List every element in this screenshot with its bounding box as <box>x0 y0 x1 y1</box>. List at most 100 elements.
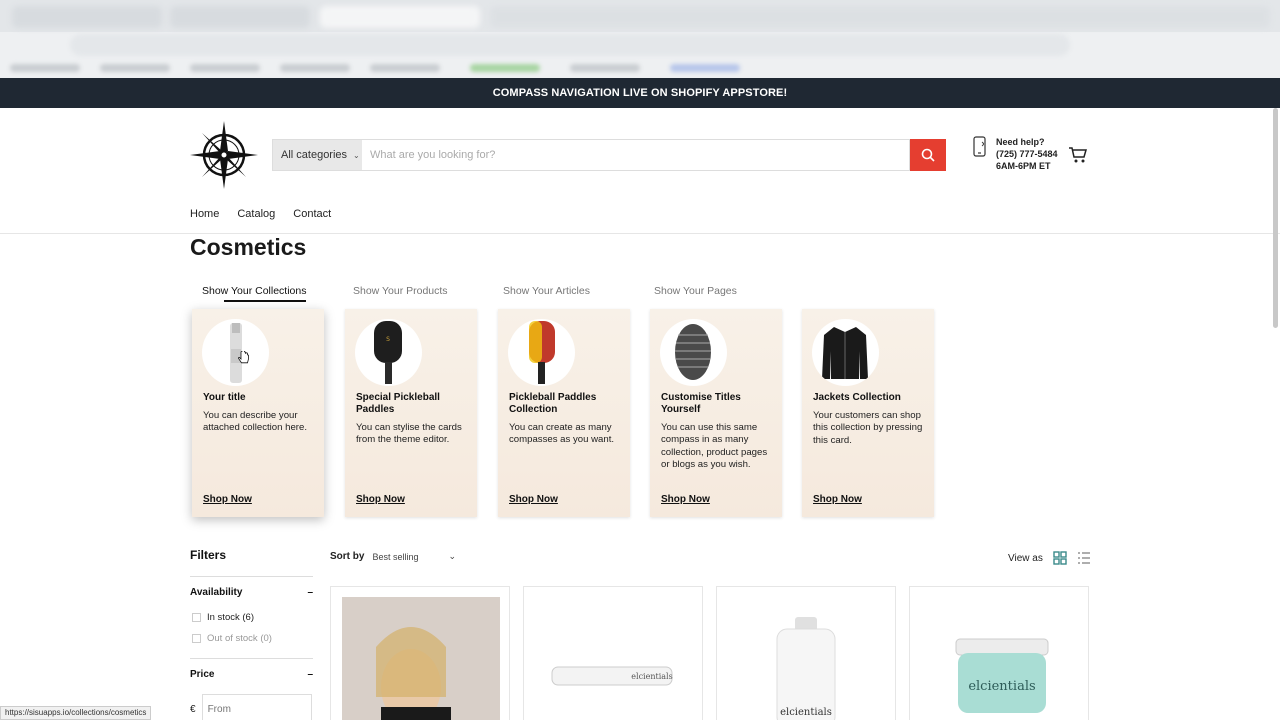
nav-contact[interactable]: Contact <box>293 208 331 220</box>
bookmark[interactable] <box>670 64 740 72</box>
bookmark[interactable] <box>10 64 80 72</box>
patterned-object-image <box>675 324 711 380</box>
bookmark[interactable] <box>190 64 260 72</box>
card-title: Jackets Collection <box>813 392 901 403</box>
site-header: All categories ⌄ Need help? (725) 777-54… <box>0 108 1280 234</box>
card-description: Your customers can shop this collection … <box>813 410 923 446</box>
compass-card-customise-titles[interactable]: Customise Titles Yourself You can use th… <box>650 309 782 517</box>
browser-status-url: https://sisuapps.io/collections/cosmetic… <box>0 706 152 720</box>
sort-label: Sort by <box>330 551 365 562</box>
category-select[interactable]: All categories ⌄ <box>272 139 362 171</box>
currency-symbol: € <box>190 703 196 715</box>
price-from-row: € <box>190 694 312 720</box>
filter-availability[interactable]: Availability – <box>190 576 313 598</box>
bookmarks-bar <box>0 60 1280 76</box>
search-button[interactable] <box>910 139 946 171</box>
sort-control: Sort by Best selling ⌄ <box>330 551 456 562</box>
address-bar[interactable] <box>70 34 1070 56</box>
filter-out-of-stock-label: Out of stock (0) <box>207 633 272 644</box>
cosmetic-bottle-image <box>230 323 242 383</box>
card-title: Pickleball Paddles Collection <box>509 392 597 415</box>
shop-now-link[interactable]: Shop Now <box>813 494 862 505</box>
product-card[interactable]: elcientials <box>523 586 703 720</box>
shop-now-link[interactable]: Shop Now <box>661 494 710 505</box>
filter-in-stock[interactable]: In stock (6) <box>192 612 254 623</box>
compass-card-jackets-collection[interactable]: Jackets Collection Your customers can sh… <box>802 309 934 517</box>
help-hours: 6AM-6PM ET <box>996 161 1051 171</box>
help-contact[interactable]: Need help? (725) 777-5484 6AM-6PM ET <box>972 136 1058 172</box>
svg-text:S: S <box>386 336 390 343</box>
card-title: Your title <box>203 392 246 403</box>
card-title: Special Pickleball Paddles <box>356 392 440 415</box>
nav-catalog[interactable]: Catalog <box>237 208 275 220</box>
cart-icon[interactable] <box>1068 146 1088 164</box>
bookmark[interactable] <box>470 64 540 72</box>
search-bar: All categories ⌄ <box>272 139 946 171</box>
product-card[interactable]: elcientials <box>909 586 1089 720</box>
collapse-minus-icon[interactable]: – <box>307 669 313 680</box>
bookmark[interactable] <box>370 64 440 72</box>
shop-now-link[interactable]: Shop Now <box>203 494 252 505</box>
product-image-model <box>342 597 500 720</box>
phone-icon <box>973 136 986 157</box>
tab-show-collections[interactable]: Show Your Collections <box>202 285 307 302</box>
compass-card-pickleball-paddles-collection[interactable]: Pickleball Paddles Collection You can cr… <box>498 309 630 517</box>
card-description: You can describe your attached collectio… <box>203 410 307 434</box>
browser-tab[interactable] <box>12 6 162 28</box>
filter-out-of-stock[interactable]: Out of stock (0) <box>192 633 272 644</box>
tab-show-articles[interactable]: Show Your Articles <box>503 285 590 297</box>
bookmark[interactable] <box>100 64 170 72</box>
main-nav: Home Catalog Contact <box>190 208 331 220</box>
collapse-minus-icon[interactable]: – <box>307 587 313 598</box>
product-image-jar: elcientials <box>955 638 1049 713</box>
product-card[interactable] <box>330 586 510 720</box>
product-image-tube: elcientials <box>551 666 673 686</box>
chevron-down-icon: ⌄ <box>353 150 360 160</box>
view-as-control: View as <box>1008 551 1091 565</box>
product-image-bottle: elcientials <box>776 617 836 720</box>
product-card[interactable]: elcientials <box>716 586 896 720</box>
category-select-label: All categories <box>281 149 348 161</box>
grid-view-icon[interactable] <box>1053 551 1067 565</box>
search-input[interactable] <box>362 139 910 171</box>
compass-logo-icon[interactable] <box>190 121 258 189</box>
bookmark[interactable] <box>570 64 640 72</box>
compass-card-special-pickleball-paddles[interactable]: S Special Pickleball Paddles You can sty… <box>345 309 477 517</box>
browser-tab[interactable] <box>170 6 310 28</box>
page-scrollbar[interactable] <box>1273 108 1278 328</box>
nav-home[interactable]: Home <box>190 208 219 220</box>
checkbox[interactable] <box>192 634 201 643</box>
browser-tab-strip <box>0 0 1280 32</box>
svg-text:elcientials: elcientials <box>968 679 1035 694</box>
bookmark[interactable] <box>280 64 350 72</box>
leather-jacket-image <box>822 327 868 379</box>
sort-select[interactable]: Best selling ⌄ <box>372 551 456 562</box>
compass-card-your-title[interactable]: Your title You can describe your attache… <box>192 309 324 517</box>
browser-tab[interactable] <box>490 6 1270 28</box>
svg-text:elcientials: elcientials <box>780 707 832 718</box>
checkbox[interactable] <box>192 613 201 622</box>
tab-show-pages[interactable]: Show Your Pages <box>654 285 737 297</box>
hand-cursor-icon <box>238 351 249 364</box>
announcement-bar[interactable]: COMPASS NAVIGATION LIVE ON SHOPIFY APPST… <box>0 78 1280 108</box>
card-thumbnail <box>812 319 879 386</box>
card-description: You can stylise the cards from the theme… <box>356 422 462 446</box>
price-from-input[interactable] <box>201 694 312 720</box>
page-title: Cosmetics <box>190 234 307 260</box>
card-thumbnail <box>202 319 269 386</box>
list-view-icon[interactable] <box>1077 551 1091 565</box>
svg-text:elcientials: elcientials <box>631 672 672 681</box>
browser-tab-active[interactable] <box>320 6 480 28</box>
filter-price[interactable]: Price – <box>190 658 313 680</box>
help-label: Need help? <box>996 137 1045 147</box>
shop-now-link[interactable]: Shop Now <box>509 494 558 505</box>
shop-now-link[interactable]: Shop Now <box>356 494 405 505</box>
filters-title: Filters <box>190 548 227 562</box>
help-phone[interactable]: (725) 777-5484 <box>996 148 1058 160</box>
tab-show-products[interactable]: Show Your Products <box>353 285 448 297</box>
card-description: You can create as many compasses as you … <box>509 422 615 446</box>
card-title: Customise Titles Yourself <box>661 392 741 415</box>
chevron-down-icon: ⌄ <box>448 551 457 561</box>
filter-in-stock-label: In stock (6) <box>207 612 254 623</box>
card-thumbnail <box>508 319 575 386</box>
